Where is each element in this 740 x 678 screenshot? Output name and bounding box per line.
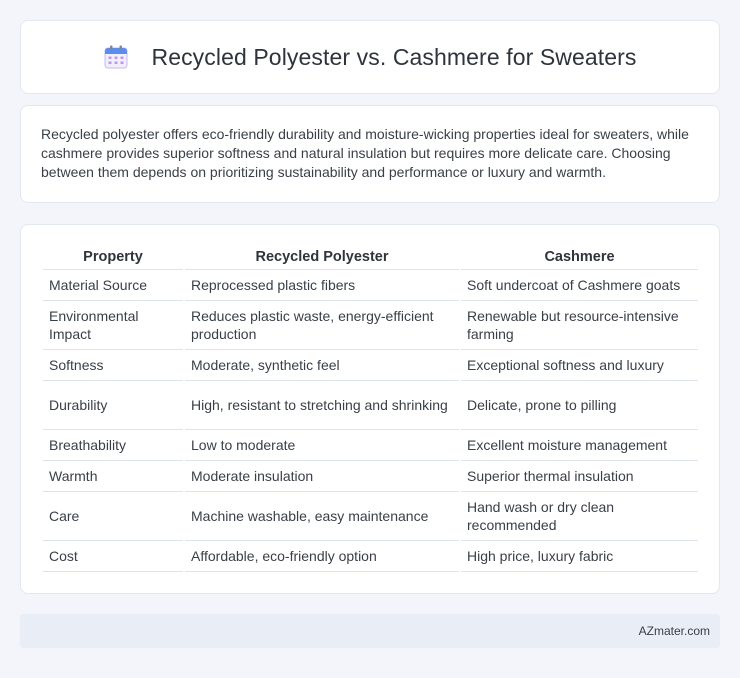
polyester-cell: Reduces plastic waste, energy-efficient … <box>183 300 460 350</box>
property-cell: Cost <box>43 540 184 572</box>
cashmere-cell: Exceptional softness and luxury <box>459 349 698 381</box>
cashmere-cell: Renewable but resource-intensive farming <box>459 300 698 350</box>
polyester-cell: Reprocessed plastic fibers <box>183 269 460 301</box>
table-row: Softness Moderate, synthetic feel Except… <box>43 349 698 381</box>
calendar-icon <box>103 44 129 70</box>
comparison-table: Property Recycled Polyester Cashmere Mat… <box>43 245 698 572</box>
header-recycled-polyester: Recycled Polyester <box>183 245 460 270</box>
table-row: Cost Affordable, eco-friendly option Hig… <box>43 540 698 572</box>
property-cell: Durability <box>43 380 184 430</box>
table-row: Durability High, resistant to stretching… <box>43 380 698 430</box>
polyester-cell: High, resistant to stretching and shrink… <box>183 380 460 430</box>
property-cell: Care <box>43 491 184 541</box>
cashmere-cell: Soft undercoat of Cashmere goats <box>459 269 698 301</box>
polyester-cell: Moderate insulation <box>183 460 460 492</box>
title-card: Recycled Polyester vs. Cashmere for Swea… <box>20 20 720 94</box>
table-row: Warmth Moderate insulation Superior ther… <box>43 460 698 492</box>
polyester-cell: Machine washable, easy maintenance <box>183 491 460 541</box>
header-cashmere: Cashmere <box>459 245 698 270</box>
cashmere-cell: High price, luxury fabric <box>459 540 698 572</box>
table-row: Care Machine washable, easy maintenance … <box>43 491 698 541</box>
cashmere-cell: Excellent moisture management <box>459 429 698 461</box>
cashmere-cell: Delicate, prone to pilling <box>459 380 698 430</box>
polyester-cell: Affordable, eco-friendly option <box>183 540 460 572</box>
cashmere-cell: Superior thermal insulation <box>459 460 698 492</box>
property-cell: Environmental Impact <box>43 300 184 350</box>
comparison-card: Property Recycled Polyester Cashmere Mat… <box>20 224 720 594</box>
footer: AZmater.com <box>20 614 720 648</box>
header-property: Property <box>43 245 184 270</box>
property-cell: Softness <box>43 349 184 381</box>
table-row: Material Source Reprocessed plastic fibe… <box>43 269 698 301</box>
property-cell: Breathability <box>43 429 184 461</box>
table-row: Environmental Impact Reduces plastic was… <box>43 300 698 350</box>
page-title: Recycled Polyester vs. Cashmere for Swea… <box>151 43 637 70</box>
polyester-cell: Low to moderate <box>183 429 460 461</box>
property-cell: Warmth <box>43 460 184 492</box>
cashmere-cell: Hand wash or dry clean recommended <box>459 491 698 541</box>
property-cell: Material Source <box>43 269 184 301</box>
title-wrap: Recycled Polyester vs. Cashmere for Swea… <box>103 44 636 71</box>
intro-card: Recycled polyester offers eco-friendly d… <box>20 105 720 203</box>
table-row: Breathability Low to moderate Excellent … <box>43 429 698 461</box>
table-header-row: Property Recycled Polyester Cashmere <box>43 245 698 270</box>
intro-text: Recycled polyester offers eco-friendly d… <box>41 126 689 180</box>
footer-site-link[interactable]: AZmater.com <box>639 624 710 638</box>
polyester-cell: Moderate, synthetic feel <box>183 349 460 381</box>
